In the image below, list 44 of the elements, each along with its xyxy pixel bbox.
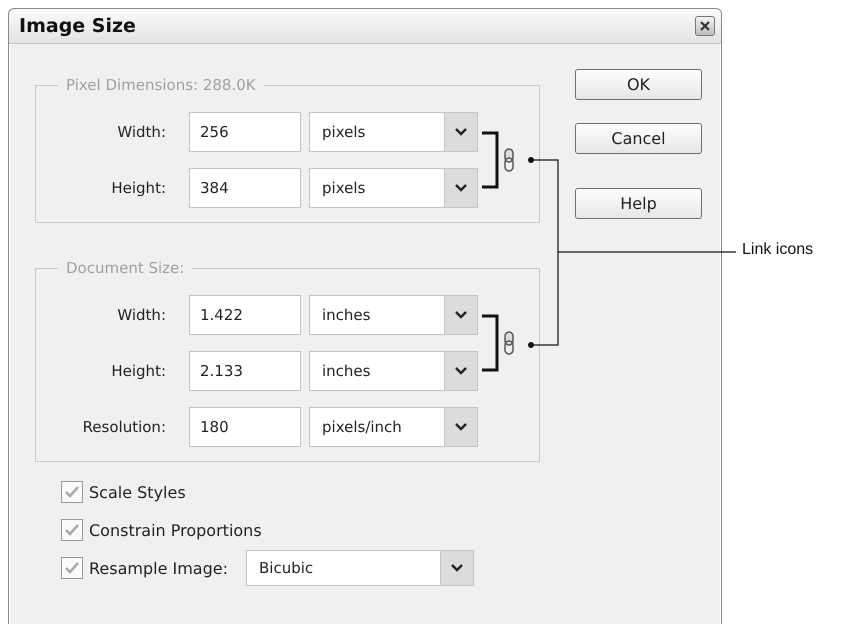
unit-dropdown[interactable]: inches	[309, 295, 478, 335]
window-title: Image Size	[19, 15, 136, 37]
close-icon	[700, 21, 710, 31]
group-title: Document Size:	[65, 259, 186, 277]
checkbox[interactable]	[61, 481, 83, 503]
unit-dropdown[interactable]: pixels/inch	[309, 407, 478, 447]
chain-link-icon	[504, 331, 514, 355]
chevron-down-icon	[455, 423, 467, 431]
number-field[interactable]: 180	[189, 407, 301, 447]
number-field[interactable]: 256	[189, 112, 301, 152]
unit-dropdown[interactable]: inches	[309, 351, 478, 391]
checkbox[interactable]	[61, 519, 83, 541]
bracket-drawing	[482, 314, 500, 372]
bracket-drawing	[482, 131, 500, 189]
group-title: Pixel Dimensions: 288.0K	[65, 76, 257, 94]
field-label: Width:	[117, 306, 166, 324]
chevron-down-icon	[455, 128, 467, 136]
number-field[interactable]: 384	[189, 168, 301, 208]
field-label: Width:	[117, 123, 166, 141]
chain-link-icon	[504, 148, 514, 172]
callout-label: Link icons	[742, 241, 814, 259]
unit-dropdown[interactable]: pixels	[309, 112, 478, 152]
chevron-down-icon	[455, 184, 467, 192]
checkbox-label: Resample Image:	[89, 558, 228, 578]
checkmark-icon	[64, 523, 80, 537]
dialog-button[interactable]: OK	[575, 69, 702, 100]
field-label: Height:	[111, 362, 166, 380]
field-label: Height:	[111, 179, 166, 197]
checkmark-icon	[64, 561, 80, 575]
chevron-down-icon	[455, 311, 467, 319]
unit-dropdown[interactable]: pixels	[309, 168, 478, 208]
number-field[interactable]: 1.422	[189, 295, 301, 335]
chevron-down-icon	[455, 367, 467, 375]
chevron-down-icon	[451, 564, 463, 572]
dialog-button[interactable]: Help	[575, 188, 702, 219]
number-field[interactable]: 2.133	[189, 351, 301, 391]
checkbox-label: Constrain Proportions	[89, 520, 262, 540]
field-label: Resolution:	[82, 418, 166, 436]
checkbox-label: Scale Styles	[89, 482, 186, 502]
checkbox[interactable]	[61, 557, 83, 579]
checkmark-icon	[64, 485, 80, 499]
close-button[interactable]	[695, 16, 715, 36]
dialog-button[interactable]: Cancel	[575, 123, 702, 154]
method-dropdown[interactable]: Bicubic	[246, 550, 474, 586]
